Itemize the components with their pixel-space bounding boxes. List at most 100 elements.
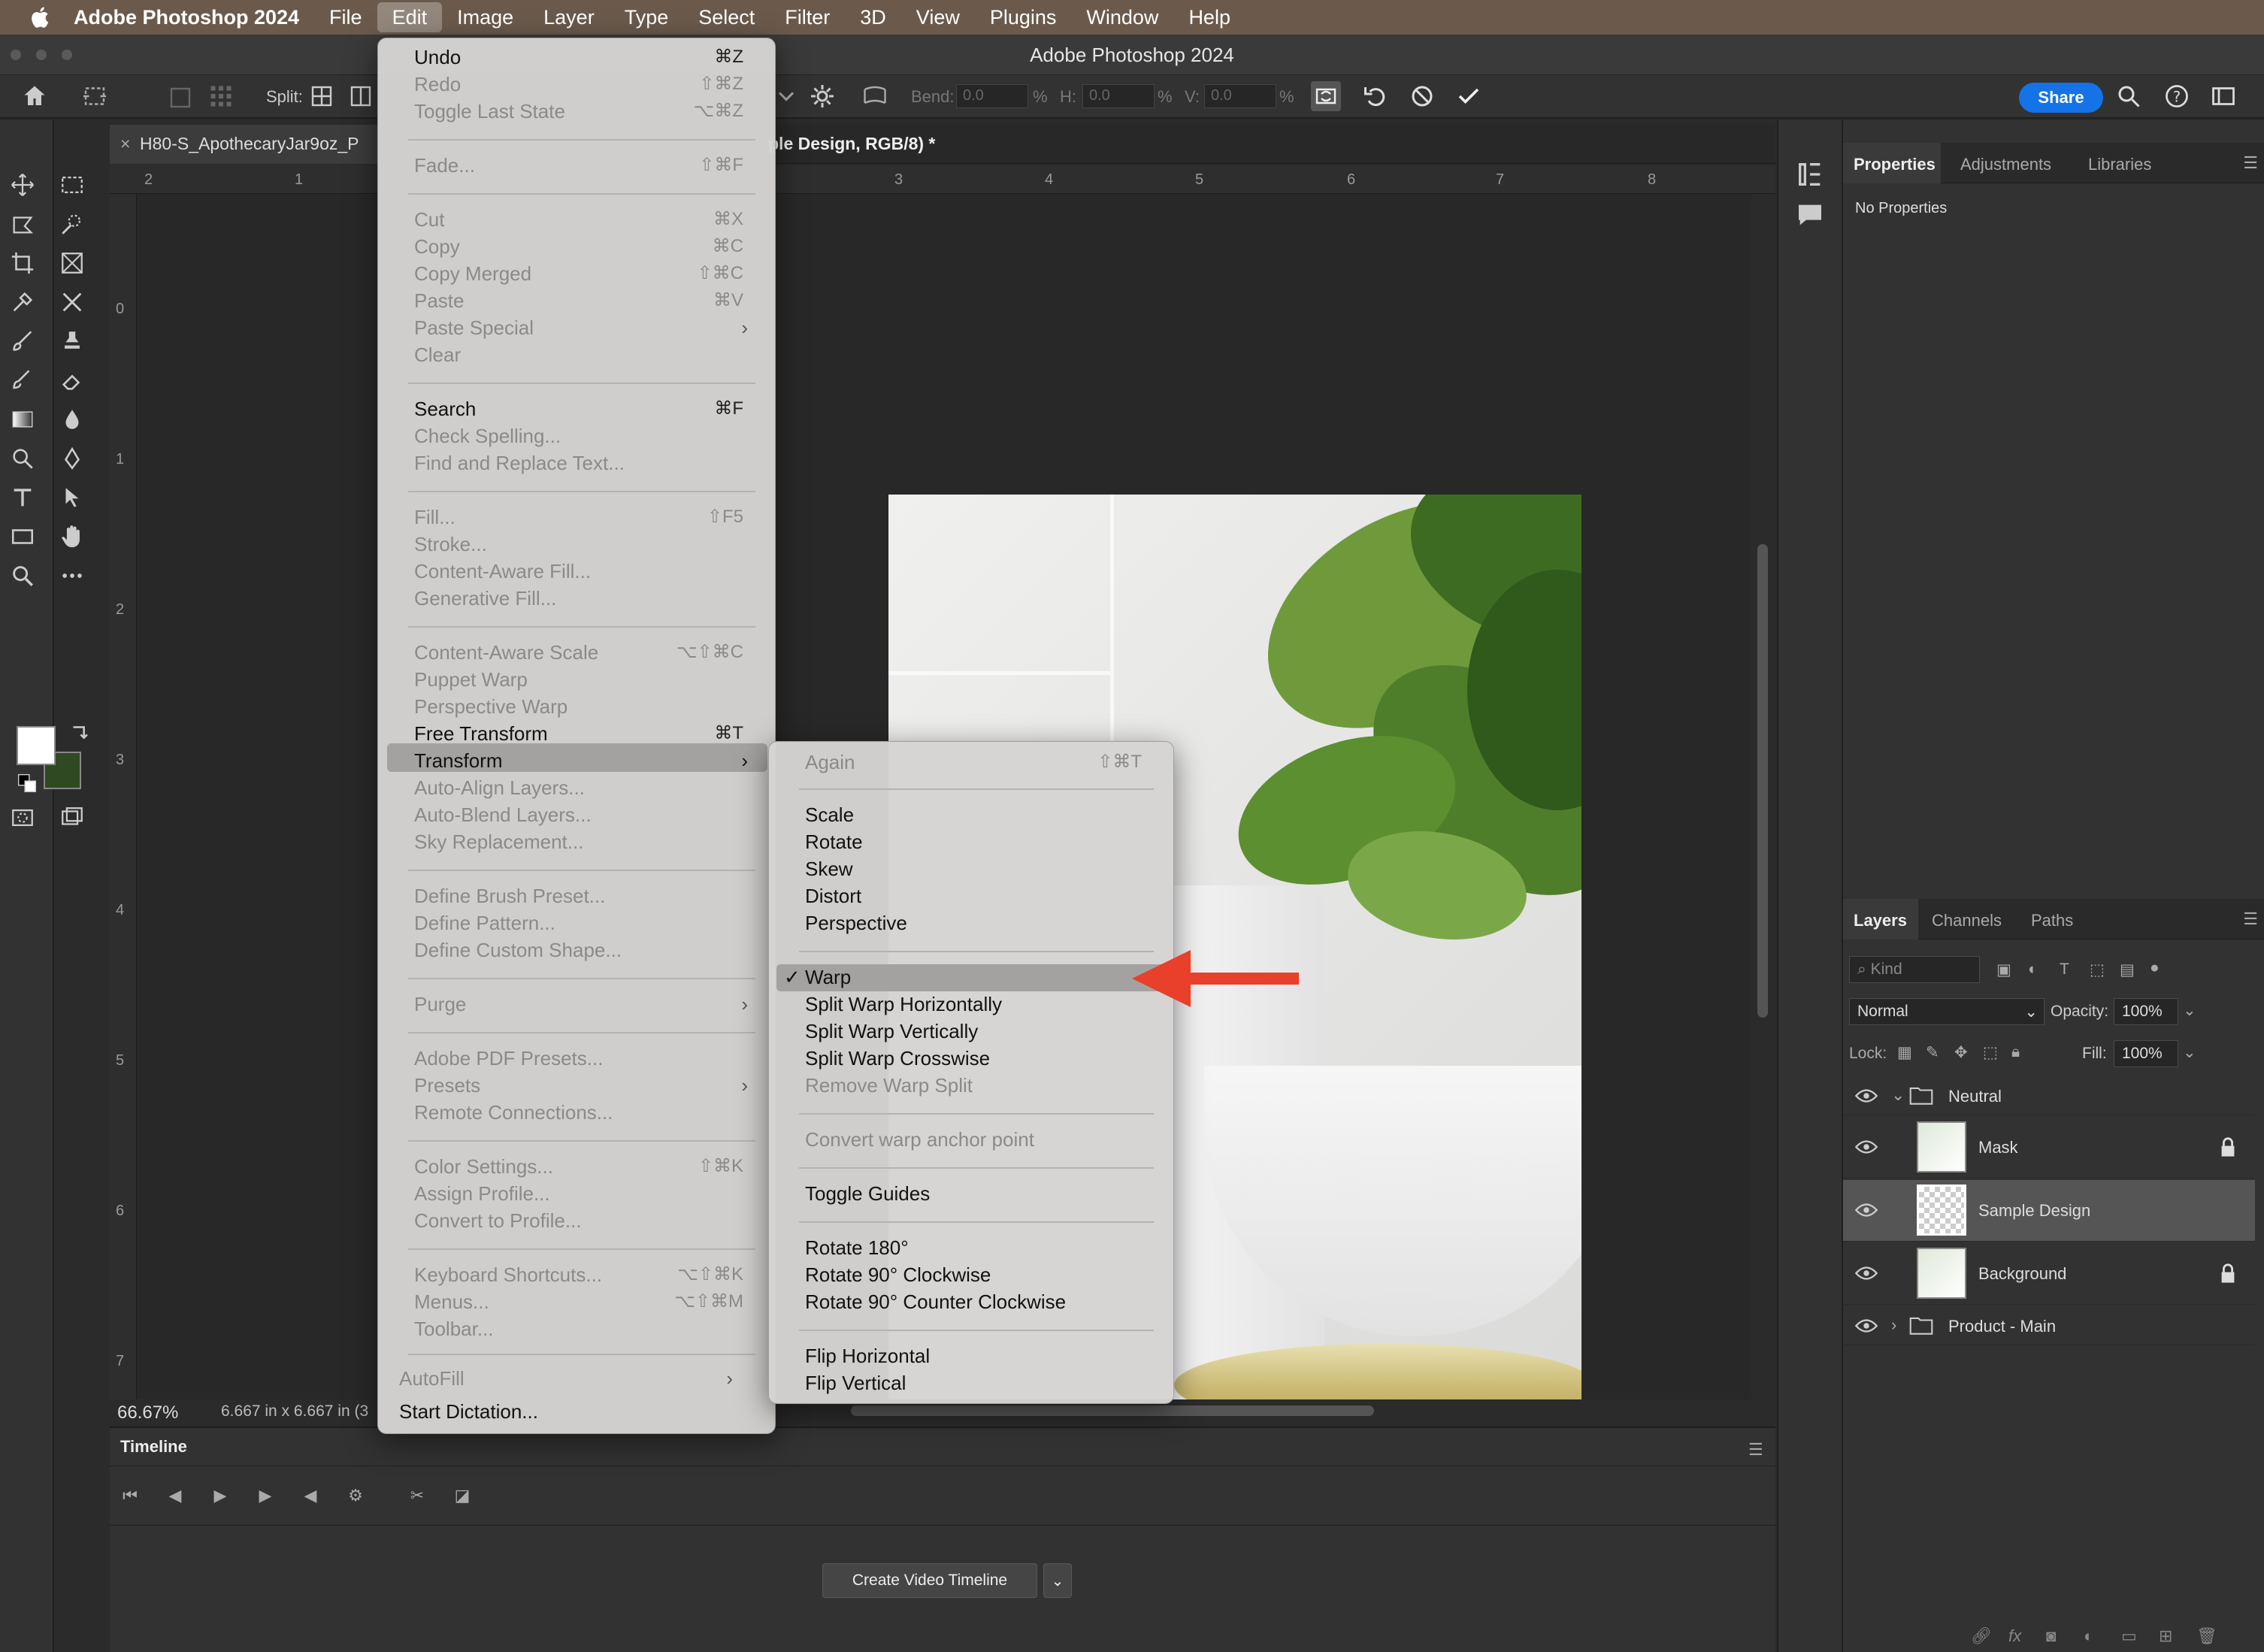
crop-tool-icon[interactable] [9,250,36,277]
vertical-scroll-thumb[interactable] [1757,544,1768,1018]
tab-layers[interactable]: Layers [1854,911,1907,930]
menu-item-generative-fill[interactable]: Generative Fill... [414,587,766,614]
menu-item-define-brush[interactable]: Define Brush Preset... [414,885,766,912]
link-layers-icon[interactable]: 🔗︎ [1971,1626,1992,1646]
type-tool-icon[interactable] [9,484,36,511]
transform-tool-preset-icon[interactable] [81,83,108,110]
path-selection-tool-icon[interactable] [59,484,86,511]
gradient-tool-icon[interactable] [9,406,36,433]
more-tools-icon[interactable] [59,562,86,589]
layer-group-product-main[interactable]: › Product - Main [1843,1306,2255,1345]
menu-item-rotate[interactable]: Rotate [805,831,1164,858]
commit-transform-icon[interactable] [1455,83,1482,110]
menu-item-keyboard-shortcuts[interactable]: Keyboard Shortcuts... ⌥⇧⌘K [414,1263,766,1290]
history-brush-tool-icon[interactable] [9,367,36,394]
panel-menu-icon[interactable]: ☰ [2243,909,2258,929]
menu-item-convert-warp-anchor[interactable]: Convert warp anchor point [805,1128,1164,1155]
menu-item-autofill[interactable]: AutoFill › [399,1367,751,1394]
document-tab-jar[interactable]: × H80-S_ApothecaryJar9oz_P [110,125,380,164]
h-field[interactable]: 0.0 [1082,84,1155,108]
first-frame-icon[interactable]: ⏮ [119,1484,141,1507]
menu-item-distort[interactable]: Distort [805,885,1164,912]
visibility-eye-icon[interactable] [1855,1317,1878,1335]
lasso-tool-icon[interactable] [9,210,36,238]
warp-dropdown-caret-icon[interactable] [773,83,800,110]
warp-orientation-icon[interactable] [861,83,888,110]
lock-artboard-icon[interactable]: ⬚ [1983,1043,1998,1062]
create-video-timeline-button[interactable]: Create Video Timeline [822,1563,1037,1598]
menu-window[interactable]: Window [1071,0,1173,35]
panel-menu-icon[interactable]: ☰ [2243,153,2258,173]
timeline-tab[interactable]: Timeline [120,1437,187,1457]
play-icon[interactable]: ▶ [209,1484,232,1507]
chevron-down-icon[interactable]: ⌄ [1043,1563,1072,1598]
lock-position-icon[interactable]: ✥ [1954,1043,1968,1062]
move-tool-icon[interactable] [9,171,36,198]
document-tab-sample-design[interactable]: ple Design, RGB/8) * [768,134,935,154]
menu-item-paste[interactable]: Paste ⌘V [414,289,766,316]
reference-grid-icon[interactable] [207,83,235,110]
dodge-tool-icon[interactable] [9,445,36,472]
menu-item-perspective-warp[interactable]: Perspective Warp [414,695,766,722]
menu-item-search[interactable]: Search ⌘F [414,398,766,425]
tab-properties[interactable]: Properties [1854,155,1936,174]
menu-type[interactable]: Type [610,0,684,35]
split-scissors-icon[interactable]: ✂ [406,1484,428,1507]
quick-selection-tool-icon[interactable] [59,210,86,238]
menu-item-assign-profile[interactable]: Assign Profile... [414,1182,766,1209]
menu-item-fill[interactable]: Fill... ⇧F5 [414,506,766,533]
menu-item-remote-connections[interactable]: Remote Connections... [414,1101,766,1128]
menu-item-redo[interactable]: Redo ⇧⌘Z [414,73,766,100]
timeline-settings-icon[interactable]: ⚙ [344,1484,367,1507]
toggle-warp-transform-icon[interactable] [1311,81,1341,111]
menu-plugins[interactable]: Plugins [975,0,1072,35]
brush-tool-icon[interactable] [9,328,36,355]
filter-adjustment-icon[interactable]: ◐ [2028,961,2038,979]
reference-point-checkbox[interactable] [167,84,194,111]
lock-pixels-icon[interactable]: ✎ [1926,1043,1939,1062]
menu-item-undo[interactable]: Undo ⌘Z [414,46,766,73]
menu-item-copy-merged[interactable]: Copy Merged ⇧⌘C [414,262,766,289]
menu-item-skew[interactable]: Skew [805,858,1164,885]
menu-item-split-warp-vertically[interactable]: Split Warp Vertically [805,1020,1164,1047]
visibility-eye-icon[interactable] [1855,1201,1878,1219]
menu-item-menus[interactable]: Menus... ⌥⇧⌘M [414,1290,766,1318]
menu-item-toolbar[interactable]: Toolbar... [414,1318,766,1345]
workspace-layout-icon[interactable] [2210,83,2237,110]
menu-item-content-aware-scale[interactable]: Content-Aware Scale ⌥⇧⌘C [414,641,766,668]
chevron-down-icon[interactable]: ⌄ [1891,1085,1905,1105]
blend-mode-select[interactable]: Normal ⌄ [1849,998,2045,1025]
audio-icon[interactable]: ◀ [299,1484,322,1507]
menu-item-transform[interactable]: Transform › [414,749,766,776]
lock-transparency-icon[interactable]: ▦ [1897,1043,1912,1062]
horizontal-scroll-thumb[interactable] [851,1405,1374,1416]
panel-menu-icon[interactable]: ☰ [1748,1440,1763,1460]
opacity-field[interactable]: 100% [2114,998,2178,1025]
filter-smart-object-icon[interactable]: ▤ [2120,961,2135,979]
next-frame-icon[interactable]: ▶︎ [254,1484,277,1507]
menu-item-fade[interactable]: Fade... ⇧⌘F [414,154,766,181]
menu-filter[interactable]: Filter [770,0,845,35]
lock-all-icon[interactable]: 🔒︎ [2011,1043,2020,1061]
menu-item-auto-blend[interactable]: Auto-Blend Layers... [414,803,766,831]
menu-item-pdf-presets[interactable]: Adobe PDF Presets... [414,1047,766,1074]
menu-edit[interactable]: Edit [377,2,443,32]
new-group-icon[interactable]: ▭ [2121,1626,2137,1646]
swap-colors-icon[interactable] [66,720,93,747]
tab-libraries[interactable]: Libraries [2088,155,2151,174]
menu-item-check-spelling[interactable]: Check Spelling... [414,425,766,452]
menu-item-rotate-180[interactable]: Rotate 180° [805,1236,1164,1263]
undo-warp-icon[interactable] [1362,83,1389,110]
menu-app-name[interactable]: Adobe Photoshop 2024 [59,0,314,35]
menu-item-toggle-guides[interactable]: Toggle Guides [805,1182,1164,1209]
menu-item-sky-replacement[interactable]: Sky Replacement... [414,831,766,858]
menu-item-clear[interactable]: Clear [414,343,766,371]
filter-pixel-icon[interactable]: ▣ [1996,961,2011,979]
v-field[interactable]: 0.0 [1204,84,1276,108]
chevron-right-icon[interactable]: › [1891,1315,1896,1335]
menu-item-find-replace[interactable]: Find and Replace Text... [414,452,766,479]
cancel-transform-icon[interactable] [1409,83,1436,110]
delete-layer-icon[interactable]: 🗑︎ [2196,1626,2217,1646]
menu-item-flip-horizontal[interactable]: Flip Horizontal [805,1345,1164,1372]
transition-icon[interactable]: ◪ [451,1484,474,1507]
